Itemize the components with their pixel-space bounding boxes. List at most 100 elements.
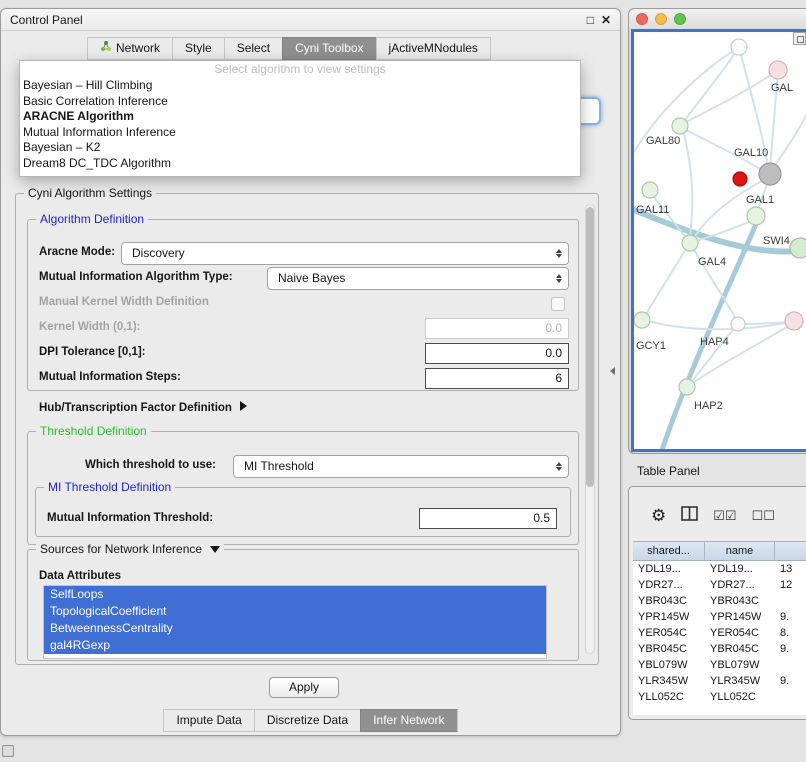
network-canvas[interactable]: GALGAL80GAL10GAL11GAL1SWI4GAL4GCY1HAP4HA… xyxy=(631,29,806,452)
algorithm-option-basic-correlation-inference[interactable]: Basic Correlation Inference xyxy=(20,94,580,110)
tab-style[interactable]: Style xyxy=(172,37,224,60)
attribute-item-betweennesscentrality[interactable]: BetweennessCentrality xyxy=(44,620,546,637)
bottom-tab-infer-network[interactable]: Infer Network xyxy=(360,709,457,732)
hub-definition-label[interactable]: Hub/Transcription Factor Definition xyxy=(39,401,247,414)
kernel-width-field[interactable]: 0.0 xyxy=(425,318,569,339)
algorithm-option-mutual-information-inference[interactable]: Mutual Information Inference xyxy=(20,125,580,141)
column-header-2[interactable] xyxy=(775,542,806,560)
table-body: YDL19...YDL19...13YDR27...YDR27...12YBR0… xyxy=(633,561,806,705)
float-window-button[interactable]: □ xyxy=(587,14,594,26)
collapsed-disclosure-icon[interactable] xyxy=(240,401,247,411)
algorithm-dropdown-popup: Select algorithm to view settings Bayesi… xyxy=(19,60,581,177)
bottom-tab-discretize-data[interactable]: Discretize Data xyxy=(254,709,360,732)
table-row[interactable]: YDR27...YDR27...12 xyxy=(633,577,806,593)
column-header-shared[interactable]: shared... xyxy=(633,542,705,560)
which-threshold-value: MI Threshold xyxy=(244,459,314,473)
mi-steps-field[interactable]: 6 xyxy=(425,368,569,389)
network-node-gcy1[interactable] xyxy=(634,312,650,328)
network-node[interactable] xyxy=(731,317,745,331)
tab-cyni-toolbox[interactable]: Cyni Toolbox xyxy=(282,37,375,60)
select-all-rows-icon[interactable]: ☑☑ xyxy=(713,509,736,522)
bottom-tab-impute-data[interactable]: Impute Data xyxy=(163,709,253,732)
settings-scrollbar[interactable] xyxy=(585,204,595,654)
control-panel-titlebar: Control Panel □ ✕ xyxy=(1,9,620,31)
collapsed-panel-icon[interactable] xyxy=(2,745,14,757)
close-traffic-light[interactable] xyxy=(636,13,648,25)
table-row[interactable]: YPR145WYPR145W9. xyxy=(633,609,806,625)
mi-steps-label: Mutual Information Steps: xyxy=(39,371,181,383)
sources-group-title[interactable]: Sources for Network Inference xyxy=(36,542,224,556)
network-node-hap4[interactable] xyxy=(785,312,803,330)
table-row[interactable]: YBL079WYBL079W xyxy=(633,657,806,673)
tab-select[interactable]: Select xyxy=(224,37,282,60)
network-edge[interactable] xyxy=(682,126,692,238)
table-cell: YDL19... xyxy=(705,561,775,577)
table-cell: YLR345W xyxy=(633,673,705,689)
attribute-item-selfloops[interactable]: SelfLoops xyxy=(44,586,546,603)
table-row[interactable]: YLR345WYLR345W9. xyxy=(633,673,806,689)
table-row[interactable]: YDL19...YDL19...13 xyxy=(633,561,806,577)
network-node-gal[interactable] xyxy=(769,61,787,79)
network-node[interactable] xyxy=(731,39,747,55)
settings-scrollbar-thumb[interactable] xyxy=(586,207,594,487)
table-cell xyxy=(775,657,806,673)
column-selector-icon[interactable] xyxy=(681,506,698,524)
table-cell xyxy=(775,689,806,705)
table-row[interactable]: YBR043CYBR043C xyxy=(633,593,806,609)
network-node-gal1[interactable] xyxy=(747,207,765,225)
network-node-gal11[interactable] xyxy=(642,182,658,198)
gear-icon[interactable]: ⚙ xyxy=(651,507,666,524)
table-cell: 13 xyxy=(775,561,806,577)
network-view-window: GALGAL80GAL10GAL11GAL1SWI4GAL4GCY1HAP4HA… xyxy=(628,8,806,454)
deselect-all-rows-icon[interactable]: ☐☐ xyxy=(752,509,775,522)
hub-definition-text: Hub/Transcription Factor Definition xyxy=(39,402,232,414)
algorithm-option-bayesian-k2[interactable]: Bayesian – K2 xyxy=(20,140,580,156)
network-node-label: GAL4 xyxy=(698,256,726,268)
network-edge[interactable] xyxy=(770,112,806,172)
combo-arrows-icon xyxy=(550,244,567,263)
aracne-mode-value: Discovery xyxy=(132,246,185,260)
mi-algorithm-type-combo[interactable]: Naive Bayes xyxy=(267,267,569,290)
tab-label: Style xyxy=(185,38,212,59)
network-node-swi4[interactable] xyxy=(790,238,806,258)
apply-button[interactable]: Apply xyxy=(269,677,339,698)
network-corner-button[interactable] xyxy=(793,32,806,45)
table-row[interactable]: YBR045CYBR045C9. xyxy=(633,641,806,657)
table-cell: 9. xyxy=(775,609,806,625)
algorithm-option-aracne-algorithm[interactable]: ARACNE Algorithm xyxy=(20,109,580,125)
table-row[interactable]: YLL052CYLL052C xyxy=(633,689,806,705)
tab-jactivemnodules[interactable]: jActiveMNodules xyxy=(376,37,491,60)
attribute-item-topologicalcoefficient[interactable]: TopologicalCoefficient xyxy=(44,603,546,620)
kernel-width-label: Kernel Width (0,1): xyxy=(39,321,140,333)
table-row[interactable]: YER054CYER054C8. xyxy=(633,625,806,641)
network-edge[interactable] xyxy=(644,245,688,318)
mi-threshold-field[interactable]: 0.5 xyxy=(419,508,557,529)
network-node-label: GAL1 xyxy=(746,194,774,206)
panel-splitter-arrow[interactable] xyxy=(610,367,615,375)
which-threshold-combo[interactable]: MI Threshold xyxy=(233,455,569,478)
expanded-disclosure-icon[interactable] xyxy=(210,546,220,553)
network-node-hap2[interactable] xyxy=(679,379,695,395)
close-panel-button[interactable]: ✕ xyxy=(601,14,611,26)
network-edge[interactable] xyxy=(644,320,790,329)
network-window-titlebar xyxy=(629,9,806,29)
table-cell: 9. xyxy=(775,641,806,657)
algorithm-option-dream8-dc-tdc-algorithm[interactable]: Dream8 DC_TDC Algorithm xyxy=(20,156,580,172)
tab-network[interactable]: Network xyxy=(87,37,172,60)
network-node-label: SWI4 xyxy=(763,235,790,247)
aracne-mode-combo[interactable]: Discovery xyxy=(121,242,569,265)
minimize-traffic-light[interactable] xyxy=(655,13,667,25)
table-cell: YDR27... xyxy=(633,577,705,593)
table-header-row: shared...name xyxy=(633,541,806,561)
network-edge[interactable] xyxy=(686,70,778,122)
zoom-traffic-light[interactable] xyxy=(674,13,686,25)
network-node-gal10[interactable] xyxy=(733,172,747,186)
network-node[interactable] xyxy=(759,163,781,185)
network-node-gal80[interactable] xyxy=(672,118,688,134)
attribute-item-gal4rgexp[interactable]: gal4RGexp xyxy=(44,637,546,654)
column-header-name[interactable]: name xyxy=(705,542,775,560)
algorithm-option-bayesian-hill-climbing[interactable]: Bayesian – Hill Climbing xyxy=(20,78,580,94)
network-node-gal4[interactable] xyxy=(682,235,698,251)
dpi-tolerance-field[interactable]: 0.0 xyxy=(425,343,569,364)
manual-kernel-checkbox[interactable] xyxy=(551,297,565,311)
